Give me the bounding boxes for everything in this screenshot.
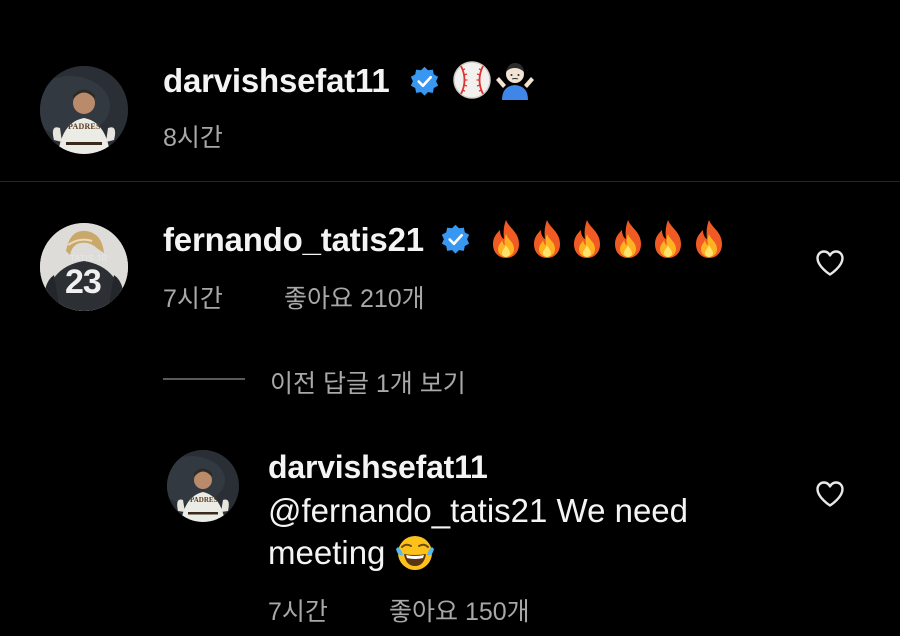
fire-icon bbox=[695, 220, 722, 258]
avatar-team-text: PADRES bbox=[190, 496, 218, 504]
reply-text-fragment-2: meeting bbox=[268, 534, 386, 571]
comment-text bbox=[487, 218, 732, 260]
avatar-jersey-number: 23 bbox=[65, 263, 102, 301]
avatar-team-text: PADRES bbox=[68, 122, 101, 131]
reply-author-avatar[interactable]: PADRES bbox=[167, 450, 239, 522]
fire-icon bbox=[574, 220, 600, 258]
comment-likes[interactable]: 좋아요 210개 bbox=[284, 279, 425, 315]
verified-badge-icon bbox=[410, 66, 439, 96]
fire-icon bbox=[493, 220, 519, 258]
baseball-icon bbox=[453, 61, 491, 99]
replies-divider-line bbox=[163, 378, 245, 380]
post-author-avatar[interactable]: PADRES bbox=[40, 66, 128, 154]
reply-author-username[interactable]: darvishsefat11 bbox=[268, 449, 488, 486]
reply-text-fragment: We need bbox=[547, 492, 689, 529]
reply-text-line-1: @fernando_tatis21 We need bbox=[268, 490, 688, 532]
reply-mention-link[interactable]: @fernando_tatis21 bbox=[268, 492, 547, 529]
verified-badge-icon bbox=[441, 224, 470, 254]
post-author-username[interactable]: darvishsefat11 bbox=[163, 62, 390, 100]
comment-time: 7시간 bbox=[163, 285, 223, 313]
fire-icon bbox=[655, 220, 681, 258]
reply-time: 7시간 bbox=[268, 598, 328, 626]
view-previous-replies-button[interactable]: 이전 답글 1개 보기 bbox=[270, 364, 466, 400]
comment-author-username[interactable]: fernando_tatis21 bbox=[163, 221, 424, 259]
post-time: 8시간 bbox=[163, 124, 223, 152]
caption-divider bbox=[0, 181, 900, 182]
comment-like-heart-icon[interactable] bbox=[815, 249, 845, 277]
comment-author-avatar[interactable]: TATIS JR 23 bbox=[40, 223, 128, 311]
fire-icon bbox=[614, 220, 641, 258]
person-shrugging-icon bbox=[496, 63, 534, 100]
reply-likes[interactable]: 좋아요 150개 bbox=[389, 592, 530, 628]
tears-of-joy-icon bbox=[396, 536, 434, 570]
fire-icon bbox=[533, 220, 560, 258]
reply-like-heart-icon[interactable] bbox=[815, 480, 845, 508]
avatar-jersey-name: TATIS JR bbox=[70, 254, 108, 263]
reply-text-line-2: meeting bbox=[268, 532, 385, 574]
